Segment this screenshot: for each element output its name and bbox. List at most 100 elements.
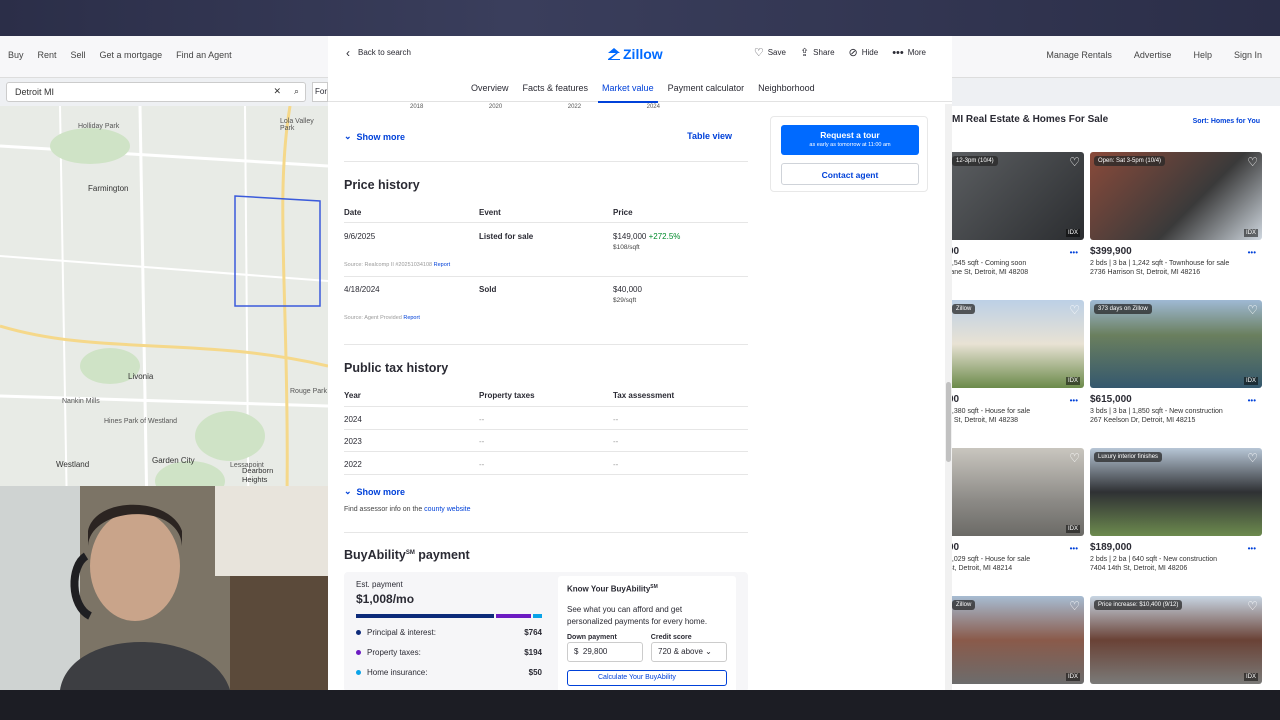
down-payment-input[interactable]: $ 29,800 xyxy=(567,642,643,662)
map-label-holliday-park: Holliday Park xyxy=(78,123,120,130)
heart-icon[interactable]: ♡ xyxy=(1247,303,1258,317)
listing-card[interactable]: Open: Sat 3-5pm (10/4) ♡ IDX $399,900 2 bd… xyxy=(1090,152,1262,276)
heart-icon[interactable]: ♡ xyxy=(1247,599,1258,613)
year-tick: 2018 xyxy=(410,104,424,110)
modal-scrollbar[interactable] xyxy=(945,104,952,690)
report-link[interactable]: Report xyxy=(434,262,451,268)
browser-top-band xyxy=(0,0,1280,36)
payment-value: $194 xyxy=(524,648,542,657)
idx-logo: IDX xyxy=(1065,673,1080,681)
listing-card[interactable]: ♡ IDX 00 4,029 sqft - House for sale St, … xyxy=(948,448,1084,572)
card-badge: 12-3pm (10/4) xyxy=(952,156,998,166)
legend-dot xyxy=(356,650,361,656)
more-dots-icon[interactable]: ••• xyxy=(1248,544,1256,553)
card-badge: Open: Sat 3-5pm (10/4) xyxy=(1094,156,1166,166)
hide-button[interactable]: ⊘ Hide xyxy=(849,47,879,58)
payment-value: $764 xyxy=(524,628,542,637)
history-date: 4/18/2024 xyxy=(344,285,380,294)
listing-card[interactable]: Luxury interior finishes ♡ $189,000 2 bds… xyxy=(1090,448,1262,572)
buyability-card: Est. payment $1,008/mo Principal & inter… xyxy=(344,572,748,690)
divider xyxy=(344,276,748,277)
tax-amount: -- xyxy=(479,460,485,469)
payment-breakdown-bar xyxy=(356,614,542,618)
calculate-buyability-button[interactable]: Calculate Your BuyAbility xyxy=(567,670,727,686)
divider xyxy=(344,222,748,223)
more-dots-icon[interactable]: ••• xyxy=(1248,396,1256,405)
nav-help[interactable]: Help xyxy=(1193,50,1212,60)
col-property-taxes: Property taxes xyxy=(479,391,535,400)
listing-card[interactable]: 12-3pm (10/4) ♡ IDX 00 1,545 sqft - Coming… xyxy=(948,152,1084,276)
nav-mortgage[interactable]: Get a mortgage xyxy=(100,50,163,60)
map-label-rouge-park: Rouge Park xyxy=(290,388,327,395)
listing-card[interactable]: 373 days on Zillow ♡ IDX $615,000 3 bds | … xyxy=(1090,300,1262,424)
search-value: Detroit MI xyxy=(15,87,55,97)
report-link[interactable]: Report xyxy=(403,315,420,321)
nav-find-agent[interactable]: Find an Agent xyxy=(176,50,232,60)
nav-advertise[interactable]: Advertise xyxy=(1134,50,1172,60)
down-payment-value: 29,800 xyxy=(582,647,608,656)
heart-icon[interactable]: ♡ xyxy=(1069,155,1080,169)
bar-taxes xyxy=(496,614,531,618)
modal-header: ‹ Back to search Zillow ♡ Save ⇪ Share ⊘ Hi… xyxy=(328,36,952,72)
sort-dropdown[interactable]: Sort: Homes for You xyxy=(1193,118,1260,125)
more-dots-icon[interactable]: ••• xyxy=(1070,248,1078,257)
tab-payment-calculator[interactable]: Payment calculator xyxy=(668,83,745,93)
contact-agent-button[interactable]: Contact agent xyxy=(781,163,919,185)
table-view-button[interactable]: Table view xyxy=(687,131,732,141)
tab-neighborhood[interactable]: Neighborhood xyxy=(758,83,815,93)
scrollbar-thumb[interactable] xyxy=(946,382,951,462)
more-dots-icon[interactable]: ••• xyxy=(1070,544,1078,553)
more-dots-icon[interactable]: ••• xyxy=(1070,396,1078,405)
nav-rent[interactable]: Rent xyxy=(38,50,57,60)
save-button[interactable]: ♡ Save xyxy=(754,47,786,58)
share-button[interactable]: ⇪ Share xyxy=(800,47,835,58)
more-dots-icon[interactable]: ••• xyxy=(1248,248,1256,257)
listing-card[interactable]: Zillow ♡ IDX xyxy=(948,596,1084,684)
search-input[interactable]: Detroit MI ✕ ⌕ xyxy=(6,82,306,102)
heart-icon[interactable]: ♡ xyxy=(1069,303,1080,317)
nav-sign-in[interactable]: Sign In xyxy=(1234,50,1262,60)
heart-icon[interactable]: ♡ xyxy=(1069,451,1080,465)
nav-sell[interactable]: Sell xyxy=(71,50,86,60)
nav-manage-rentals[interactable]: Manage Rentals xyxy=(1046,50,1112,60)
payment-row: Property taxes: $194 xyxy=(356,648,542,657)
search-icon[interactable]: ⌕ xyxy=(294,86,299,97)
buyability-title: BuyAbilitySM payment xyxy=(344,548,470,562)
heart-icon[interactable]: ♡ xyxy=(1069,599,1080,613)
chevron-down-icon: ⌄ xyxy=(344,486,352,496)
nav-buy[interactable]: Buy xyxy=(8,50,24,60)
card-meta: 2 bds | 3 ba | 1,242 sqft - Townhouse fo… xyxy=(1090,260,1230,267)
filter-button[interactable]: For xyxy=(312,82,328,102)
heart-icon[interactable]: ♡ xyxy=(1247,451,1258,465)
card-address: rane St, Detroit, MI 48208 xyxy=(948,269,1029,276)
card-badge: Luxury interior finishes xyxy=(1094,452,1163,462)
tax-show-more-button[interactable]: ⌄ Show more xyxy=(344,486,405,497)
assessor-info: Find assessor info on the county website xyxy=(344,506,470,513)
request-tour-button[interactable]: Request a tour as early as tomorrow at 1… xyxy=(781,125,919,155)
tab-overview[interactable]: Overview xyxy=(471,83,509,93)
webcam-overlay xyxy=(0,486,343,690)
card-badge: Zillow xyxy=(952,600,976,610)
tab-facts-features[interactable]: Facts & features xyxy=(523,83,589,93)
listing-card[interactable]: Price increase: $10,400 (9/12) ♡ IDX xyxy=(1090,596,1262,684)
heart-icon[interactable]: ♡ xyxy=(1247,155,1258,169)
results-list: MI Real Estate & Homes For Sale Sort: Ho… xyxy=(948,106,1280,690)
back-to-search-button[interactable]: ‹ Back to search xyxy=(346,47,411,59)
clear-icon[interactable]: ✕ xyxy=(273,86,281,97)
show-more-button[interactable]: ⌄ Show more xyxy=(344,131,405,142)
more-button[interactable]: ••• More xyxy=(892,47,926,58)
listing-card[interactable]: Zillow ♡ IDX 00 1,380 sqft - House for sal… xyxy=(948,300,1084,424)
card-address: o St, Detroit, MI 48238 xyxy=(948,417,1019,424)
history-source: Source: Realcomp II #20251034108 Report xyxy=(344,262,450,268)
idx-logo: IDX xyxy=(1243,229,1258,237)
county-website-link[interactable]: county website xyxy=(424,506,470,513)
tab-market-value[interactable]: Market value xyxy=(598,83,658,103)
zillow-logo[interactable]: Zillow xyxy=(607,46,663,62)
legend-dot xyxy=(356,670,361,676)
payment-row: Home insurance: $50 xyxy=(356,668,542,677)
card-price: 00 xyxy=(948,394,960,405)
card-badge: Zillow xyxy=(952,304,976,314)
credit-score-select[interactable]: 720 & above ⌄ xyxy=(651,642,727,662)
card-badge: Price increase: $10,400 (9/12) xyxy=(1094,600,1183,610)
browser-bottom-band xyxy=(0,690,1280,720)
